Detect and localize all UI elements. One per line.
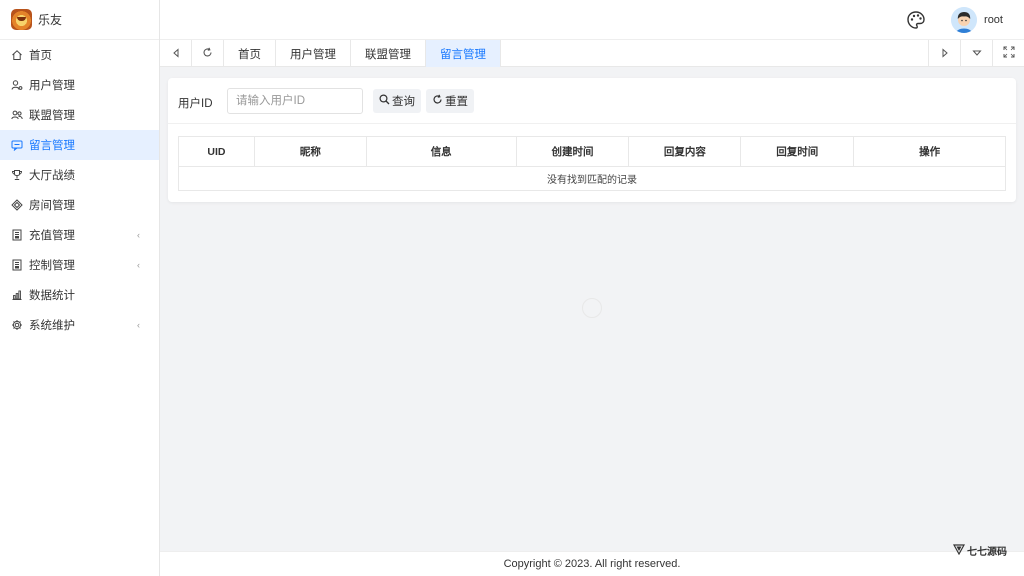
query-button[interactable]: 查询 xyxy=(373,89,421,113)
watermark: 七七源码 xyxy=(952,543,1007,558)
refresh-button[interactable] xyxy=(192,40,224,67)
sidebar-item-system-maintenance[interactable]: 系统维护 ‹ xyxy=(0,310,159,340)
sidebar-item-user-management[interactable]: 用户管理 xyxy=(0,70,159,100)
home-icon xyxy=(11,49,23,61)
brand[interactable]: 乐友 xyxy=(0,0,159,40)
refresh-icon xyxy=(202,47,213,61)
sidebar-item-message-management[interactable]: 留言管理 xyxy=(0,130,159,160)
user-icon xyxy=(11,79,23,91)
app-logo xyxy=(11,9,32,30)
tab-label: 用户管理 xyxy=(290,48,336,61)
loading-spinner xyxy=(582,298,602,318)
sidebar-item-room-management[interactable]: 房间管理 xyxy=(0,190,159,220)
sidebar-item-label: 联盟管理 xyxy=(29,110,75,122)
column-header-uid[interactable]: UID xyxy=(178,136,255,167)
column-header-reply-time[interactable]: 回复时间 xyxy=(740,136,855,167)
table-header-row: UID 昵称 信息 创建时间 回复内容 回复时间 操作 xyxy=(178,136,1006,167)
trophy-icon xyxy=(11,169,23,181)
column-header-actions[interactable]: 操作 xyxy=(853,136,1006,167)
sidebar-item-recharge-management[interactable]: 充值管理 ‹ xyxy=(0,220,159,250)
query-button-label: 查询 xyxy=(392,96,415,108)
settings-icon xyxy=(11,319,23,331)
table-empty-row: 没有找到匹配的记录 xyxy=(178,166,1006,191)
sidebar-item-label: 用户管理 xyxy=(29,80,75,92)
user-id-input[interactable] xyxy=(227,88,363,114)
tab-home[interactable]: 首页 xyxy=(224,40,276,67)
tab-label: 联盟管理 xyxy=(365,48,411,61)
sidebar-item-label: 数据统计 xyxy=(29,290,75,302)
sidebar-item-label: 首页 xyxy=(29,50,52,62)
search-form: 用户ID 查询 重置 xyxy=(168,78,1016,124)
tab-label: 留言管理 xyxy=(440,48,486,61)
tab-message-management[interactable]: 留言管理 xyxy=(426,40,501,67)
tabs-dropdown-button[interactable] xyxy=(960,40,992,67)
sidebar: 乐友 首页 用户管理 联盟管理 留言管理 大厅战绩 房间管理 充值管理 ‹ 控制… xyxy=(0,0,160,576)
sidebar-item-label: 充值管理 xyxy=(29,230,75,242)
room-icon xyxy=(11,199,23,211)
tab-label: 首页 xyxy=(238,48,261,61)
column-header-reply-content[interactable]: 回复内容 xyxy=(628,136,742,167)
tabs-scroll-right-button[interactable] xyxy=(928,40,960,67)
tabs-scroll-left-button[interactable] xyxy=(160,40,192,67)
sidebar-item-label: 留言管理 xyxy=(29,140,75,152)
palette-icon[interactable] xyxy=(906,10,926,30)
sidebar-item-data-statistics[interactable]: 数据统计 xyxy=(0,280,159,310)
caret-right-icon xyxy=(940,47,950,61)
stats-icon xyxy=(11,289,23,301)
tabs-actions xyxy=(928,40,1024,67)
caret-left-icon xyxy=(171,47,181,61)
content-panel: 用户ID 查询 重置 UID 昵称 信息 创建时间 回复内容 回复 xyxy=(168,78,1016,202)
control-icon xyxy=(11,259,23,271)
chevron-left-icon: ‹ xyxy=(137,260,140,270)
fullscreen-button[interactable] xyxy=(992,40,1024,67)
recharge-icon xyxy=(11,229,23,241)
watermark-logo-icon xyxy=(952,543,966,558)
fullscreen-icon xyxy=(1003,46,1015,61)
empty-message: 没有找到匹配的记录 xyxy=(178,166,1006,191)
sidebar-item-hall-records[interactable]: 大厅战绩 xyxy=(0,160,159,190)
watermark-text: 七七源码 xyxy=(967,547,1007,558)
users-icon xyxy=(11,109,23,121)
chevron-left-icon: ‹ xyxy=(137,320,140,330)
sidebar-menu: 首页 用户管理 联盟管理 留言管理 大厅战绩 房间管理 充值管理 ‹ 控制管理 … xyxy=(0,40,159,340)
username[interactable]: root xyxy=(984,14,1003,26)
column-header-nickname[interactable]: 昵称 xyxy=(253,136,367,167)
reset-button[interactable]: 重置 xyxy=(426,89,474,113)
sidebar-item-label: 房间管理 xyxy=(29,200,75,212)
sidebar-item-home[interactable]: 首页 xyxy=(0,40,159,70)
messages-table: UID 昵称 信息 创建时间 回复内容 回复时间 操作 没有找到匹配的记录 xyxy=(178,136,1006,191)
column-header-created-time[interactable]: 创建时间 xyxy=(515,136,630,167)
tabs-bar: 首页 用户管理 联盟管理 留言管理 xyxy=(160,40,1024,67)
message-icon xyxy=(11,139,23,151)
footer: Copyright © 2023. All right reserved. xyxy=(160,551,1024,576)
reset-button-label: 重置 xyxy=(445,96,468,108)
search-icon xyxy=(379,94,390,108)
column-header-message[interactable]: 信息 xyxy=(365,136,517,167)
sidebar-item-alliance-management[interactable]: 联盟管理 xyxy=(0,100,159,130)
user-id-label: 用户ID xyxy=(178,98,213,110)
reset-icon xyxy=(432,94,443,108)
sidebar-item-label: 大厅战绩 xyxy=(29,170,75,182)
chevron-left-icon: ‹ xyxy=(137,230,140,240)
caret-down-icon xyxy=(971,47,982,61)
sidebar-item-label: 控制管理 xyxy=(29,260,75,272)
tab-alliance-management[interactable]: 联盟管理 xyxy=(351,40,426,67)
sidebar-item-label: 系统维护 xyxy=(29,320,75,332)
top-header: root xyxy=(160,0,1024,40)
sidebar-item-control-management[interactable]: 控制管理 ‹ xyxy=(0,250,159,280)
app-name: 乐友 xyxy=(38,13,63,27)
copyright-text: Copyright © 2023. All right reserved. xyxy=(503,558,681,570)
avatar[interactable] xyxy=(951,7,977,33)
tab-user-management[interactable]: 用户管理 xyxy=(276,40,351,67)
